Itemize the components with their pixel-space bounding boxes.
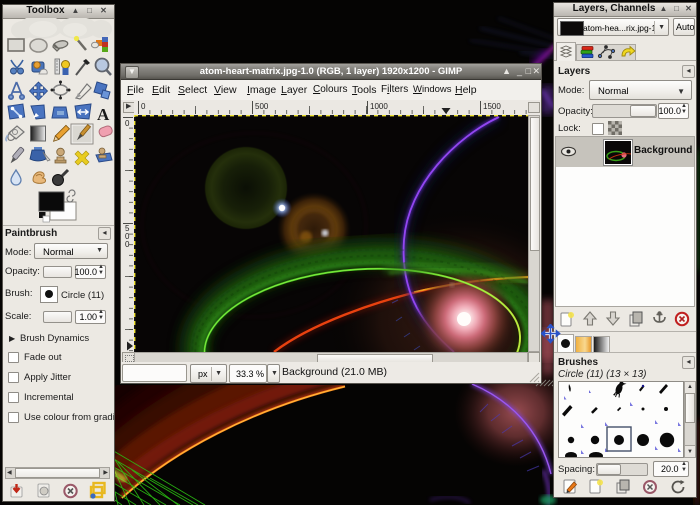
svg-text:1500: 1500 bbox=[483, 102, 501, 111]
svg-text:500: 500 bbox=[255, 102, 269, 111]
svg-text:0: 0 bbox=[125, 240, 130, 249]
svg-text:0: 0 bbox=[141, 102, 146, 111]
svg-text:0: 0 bbox=[125, 119, 130, 128]
svg-text:1000: 1000 bbox=[370, 102, 388, 111]
svg-text:A: A bbox=[97, 105, 110, 124]
